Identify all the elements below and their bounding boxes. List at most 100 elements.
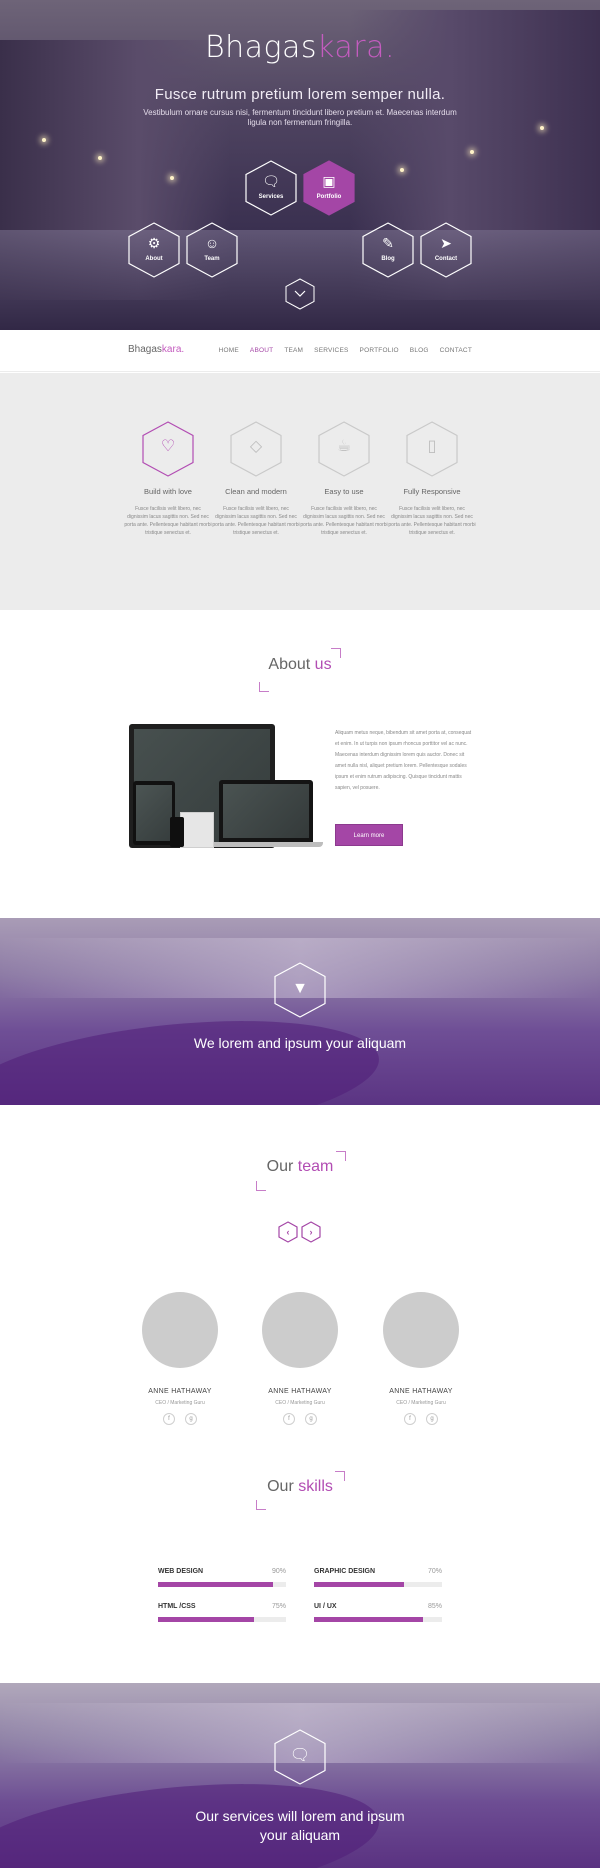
member-name: ANNE HATHAWAY (148, 1388, 212, 1395)
feature-build-with-love: ♡ Build with love Fusce facilisis velit … (124, 421, 212, 537)
picture-icon: ▣ (322, 173, 336, 189)
team-member-card: ANNE HATHAWAY CEO / Marketing Guru f g (255, 1292, 345, 1425)
nav-item-blog[interactable]: BLOG (410, 347, 429, 354)
facebook-icon[interactable]: f (163, 1413, 175, 1425)
google-plus-icon[interactable]: g (305, 1413, 317, 1425)
member-name: ANNE HATHAWAY (268, 1388, 332, 1395)
team-member-card: ANNE HATHAWAY CEO / Marketing Guru f g (376, 1292, 466, 1425)
skill-bar-fill (158, 1617, 254, 1622)
logo-text-part2: kara (317, 30, 385, 65)
tablet-icon: ▯ (427, 438, 437, 455)
skill-bar-track (158, 1617, 286, 1622)
chat-bubble-icon: 🗨 (262, 173, 280, 189)
team-heading: Our team (0, 1158, 600, 1176)
heart-icon: ♡ (160, 438, 176, 455)
nav-item-team[interactable]: TEAM (284, 347, 303, 354)
facebook-icon[interactable]: f (404, 1413, 416, 1425)
navbar-logo[interactable]: Bhagaskara. (128, 344, 184, 355)
hero-button-services[interactable]: 🗨 Services (245, 160, 297, 216)
laptop-base (209, 842, 323, 847)
skill-percent: 85% (427, 1603, 442, 1610)
hero-button-contact[interactable]: ➤ Contact (420, 222, 472, 278)
pencil-icon: ✎ (382, 235, 394, 251)
user-icon: ☺ (204, 235, 220, 251)
member-role: CEO / Marketing Guru (396, 1400, 446, 1406)
band-title: We lorem and ipsum your aliquam (193, 1035, 407, 1051)
hero-button-label: Blog (381, 256, 395, 262)
logo-text-part1: Bhagas (204, 30, 318, 65)
features-section: ♡ Build with love Fusce facilisis velit … (0, 373, 600, 610)
hero-button-about[interactable]: ⚙ About (128, 222, 180, 278)
tablet-image (133, 781, 175, 845)
skills-heading: Our skills (0, 1478, 600, 1496)
feature-hexagon: ☕ (318, 421, 370, 477)
skill-bar-track (314, 1582, 442, 1587)
about-heading: About us (0, 656, 600, 674)
feature-text: Fusce facilisis velit libero, nec dignis… (124, 506, 212, 536)
heading-part1: Our (267, 1478, 294, 1495)
music-player-image (180, 812, 214, 848)
street-light (470, 150, 474, 154)
hero-button-label: Portfolio (316, 194, 342, 200)
band-title: Our services will lorem and ipsum your a… (0, 1807, 600, 1845)
skill-name: HTML /CSS (158, 1603, 196, 1610)
navbar: Bhagaskara. HOME ABOUT TEAM SERVICES POR… (0, 330, 600, 372)
band-hexagon: ▼ (274, 962, 326, 1018)
feature-title: Build with love (144, 487, 192, 496)
hero-title: Fusce rutrum pretium lorem semper nulla. (154, 86, 446, 103)
skill-name: WEB DESIGN (158, 1568, 204, 1575)
feature-title: Easy to use (324, 487, 364, 496)
heading-part2: team (297, 1158, 334, 1175)
heading-part2: skills (298, 1478, 333, 1495)
feature-hexagon: ◇ (230, 421, 282, 477)
feature-clean-and-modern: ◇ Clean and modern Fusce facilisis velit… (212, 421, 300, 537)
hero-button-blog[interactable]: ✎ Blog (362, 222, 414, 278)
facebook-icon[interactable]: f (283, 1413, 295, 1425)
gear-icon: ⚙ (147, 235, 161, 251)
heading-part1: Our (266, 1158, 294, 1175)
parallax-band-2: 🗨 Our services will lorem and ipsum your… (0, 1683, 600, 1868)
member-role: CEO / Marketing Guru (275, 1400, 325, 1406)
nav-item-portfolio[interactable]: PORTFOLIO (360, 347, 399, 354)
chevron-down-icon (294, 290, 306, 297)
skill-percent: 90% (271, 1568, 286, 1575)
feature-hexagon: ♡ (142, 421, 194, 477)
nav-item-about[interactable]: ABOUT (250, 347, 273, 354)
heading-corner-bracket (256, 1181, 266, 1191)
street-light (42, 138, 46, 142)
nav-item-services[interactable]: SERVICES (314, 347, 348, 354)
feature-easy-to-use: ☕ Easy to use Fusce facilisis velit libe… (300, 421, 388, 537)
member-socials: f g (255, 1413, 345, 1425)
diamond-icon: ◇ (249, 438, 263, 455)
feature-title: Clean and modern (225, 487, 287, 496)
google-plus-icon[interactable]: g (426, 1413, 438, 1425)
hero-button-portfolio[interactable]: ▣ Portfolio (303, 160, 355, 216)
parallax-band-1: ▼ We lorem and ipsum your aliquam (0, 918, 600, 1105)
feature-text: Fusce facilisis velit libero, nec dignis… (388, 506, 476, 536)
carousel-prev-button[interactable]: ‹ (278, 1221, 298, 1243)
phone-image (170, 817, 184, 847)
nav-item-contact[interactable]: CONTACT (440, 347, 472, 354)
devices-illustration (129, 724, 325, 860)
google-plus-icon[interactable]: g (185, 1413, 197, 1425)
scroll-down-button[interactable] (285, 278, 315, 310)
graduation-cap-icon: ▼ (292, 980, 308, 997)
chat-bubble-icon: 🗨 (289, 1747, 311, 1764)
member-socials: f g (376, 1413, 466, 1425)
learn-more-button[interactable]: Learn more (335, 824, 403, 846)
carousel-next-button[interactable]: › (301, 1221, 321, 1243)
hero-button-team[interactable]: ☺ Team (186, 222, 238, 278)
street-light (540, 126, 544, 130)
feature-fully-responsive: ▯ Fully Responsive Fusce facilisis velit… (388, 421, 476, 537)
feature-text: Fusce facilisis velit libero, nec dignis… (300, 506, 388, 536)
hero-section: Bhagaskara. Fusce rutrum pretium lorem s… (0, 0, 600, 330)
hero-button-label: About (145, 256, 163, 262)
logo-text-part1: Bhagas (128, 344, 162, 355)
skill-bar-track (314, 1617, 442, 1622)
about-text: Aliquam metus neque, bibendum sit amet p… (335, 730, 472, 791)
background-shore (0, 1003, 385, 1105)
street-light (400, 168, 404, 172)
member-name: ANNE HATHAWAY (389, 1388, 453, 1395)
nav-item-home[interactable]: HOME (219, 347, 239, 354)
hero-logo[interactable]: Bhagaskara. (0, 30, 600, 65)
